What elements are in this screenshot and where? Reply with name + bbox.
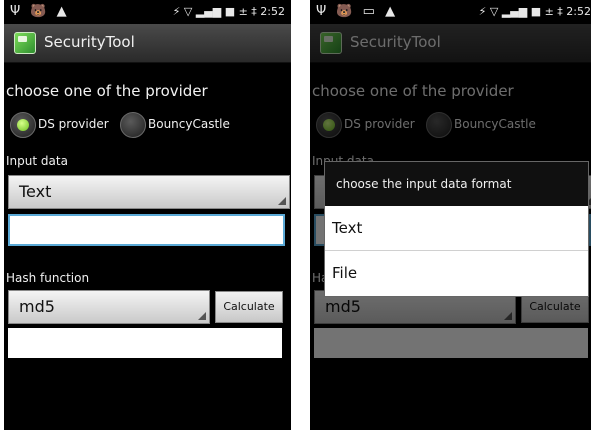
notification-icons: Ψ 🐻 ▭ ▲ bbox=[316, 4, 399, 19]
dialog-option-text[interactable]: Text bbox=[325, 206, 588, 250]
app-titlebar: SecurityTool bbox=[4, 24, 291, 63]
app-title: SecurityTool bbox=[44, 33, 135, 51]
calculate-button[interactable]: Calculate bbox=[215, 291, 283, 323]
spinner-arrow-icon bbox=[278, 197, 286, 205]
dialog-title: choose the input data format bbox=[325, 162, 588, 206]
system-icons: ⚡ ▽ ▂▄▆ ■ ± ‡ 2:52 bbox=[479, 5, 591, 18]
radio-ds-provider[interactable] bbox=[10, 112, 36, 138]
input-text-field[interactable] bbox=[8, 214, 285, 246]
hash-result-field[interactable] bbox=[8, 328, 282, 358]
dialog-option-file[interactable]: File bbox=[325, 251, 588, 295]
status-bar: Ψ 🐻 ▭ ▲ ⚡ ▽ ▂▄▆ ■ ± ‡ 2:52 bbox=[310, 0, 591, 24]
hash-function-label: Hash function bbox=[6, 271, 90, 285]
clock: 2:52 bbox=[566, 5, 591, 18]
clock: 2:52 bbox=[260, 5, 285, 18]
signal-icons: ⚡ ▽ ▂▄▆ ■ ± ‡ bbox=[478, 5, 563, 18]
system-icons: ⚡ ▽ ▂▄▆ ■ ± ‡ 2:52 bbox=[173, 5, 285, 18]
phone-screen-left: Ψ 🐻 ▲ ⚡ ▽ ▂▄▆ ■ ± ‡ 2:52 SecurityTool ch… bbox=[4, 0, 291, 430]
provider-radio-group: DS provider BouncyCastle bbox=[8, 110, 288, 138]
notification-icons: Ψ 🐻 ▲ bbox=[10, 4, 70, 19]
radio-bouncycastle[interactable] bbox=[120, 112, 146, 138]
radio-label-bouncycastle[interactable]: BouncyCastle bbox=[148, 117, 230, 131]
hash-function-value: md5 bbox=[19, 297, 55, 316]
app-icon bbox=[14, 32, 36, 54]
input-format-dialog: choose the input data format Text File bbox=[324, 161, 589, 297]
radio-label-ds-provider[interactable]: DS provider bbox=[38, 117, 109, 131]
phone-screen-right: Ψ 🐻 ▭ ▲ ⚡ ▽ ▂▄▆ ■ ± ‡ 2:52 SecurityTool … bbox=[310, 0, 591, 430]
input-format-spinner[interactable]: Text bbox=[8, 175, 290, 209]
input-format-value: Text bbox=[19, 182, 52, 201]
hash-function-spinner[interactable]: md5 bbox=[8, 290, 210, 324]
input-data-label: Input data bbox=[6, 154, 68, 168]
signal-icons: ⚡ ▽ ▂▄▆ ■ ± ‡ bbox=[172, 5, 257, 18]
status-bar: Ψ 🐻 ▲ ⚡ ▽ ▂▄▆ ■ ± ‡ 2:52 bbox=[4, 0, 291, 24]
spinner-arrow-icon bbox=[198, 312, 206, 320]
provider-prompt: choose one of the provider bbox=[6, 82, 208, 100]
